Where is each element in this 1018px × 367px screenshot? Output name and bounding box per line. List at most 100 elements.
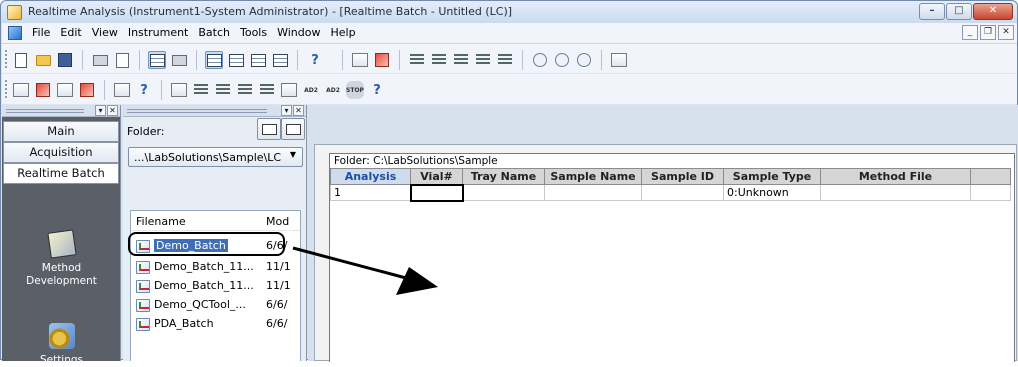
menu-window[interactable]: Window bbox=[272, 26, 325, 39]
cell-extra[interactable] bbox=[970, 184, 1011, 201]
binoculars-icon[interactable] bbox=[170, 51, 188, 69]
pump-icon[interactable] bbox=[236, 81, 254, 99]
tab-main[interactable]: Main bbox=[3, 121, 119, 142]
print-icon[interactable] bbox=[91, 51, 109, 69]
delete-row-icon[interactable] bbox=[496, 51, 514, 69]
calculator-icon[interactable] bbox=[610, 51, 628, 69]
sampler-icon[interactable] bbox=[280, 81, 298, 99]
column-filename[interactable]: Filename bbox=[136, 215, 186, 228]
close-button[interactable]: ✕ bbox=[973, 3, 1013, 20]
chart-icon[interactable] bbox=[113, 81, 131, 99]
dropdown-icon[interactable]: ▾ bbox=[95, 105, 106, 116]
print-preview-icon[interactable] bbox=[113, 51, 131, 69]
file-row[interactable]: PDA_Batch 6/6/ bbox=[131, 315, 300, 333]
close-icon[interactable]: ✕ bbox=[293, 105, 304, 116]
child-restore-button[interactable]: ❐ bbox=[980, 25, 996, 40]
toolbar-grip[interactable] bbox=[5, 50, 8, 68]
data-icon[interactable] bbox=[34, 81, 52, 99]
settings-row-icon[interactable] bbox=[452, 51, 470, 69]
instrument-icon[interactable] bbox=[192, 81, 210, 99]
column-sample-type[interactable]: Sample Type bbox=[723, 168, 821, 185]
open-icon[interactable] bbox=[34, 51, 52, 69]
column-vial[interactable]: Vial# bbox=[410, 168, 463, 185]
document-menu-icon[interactable] bbox=[8, 26, 22, 40]
layout4-icon[interactable] bbox=[271, 51, 289, 69]
method-development-button[interactable]: Method Development bbox=[2, 229, 121, 288]
batch-table-header: Analysis Vial# Tray Name Sample Name Sam… bbox=[330, 168, 1011, 185]
menu-file[interactable]: File bbox=[27, 26, 55, 39]
file-row[interactable]: Demo_Batch_11... 11/1 bbox=[131, 258, 300, 276]
assistant-header[interactable]: ▾ ✕ bbox=[2, 105, 120, 117]
close-icon[interactable]: ✕ bbox=[107, 105, 118, 116]
help-icon[interactable]: ? bbox=[368, 81, 386, 99]
column-modified[interactable]: Mod bbox=[266, 215, 289, 228]
menu-help[interactable]: Help bbox=[325, 26, 360, 39]
cell-vial[interactable] bbox=[409, 183, 464, 202]
app-icon bbox=[7, 5, 22, 20]
maximize-button[interactable]: □ bbox=[946, 3, 972, 20]
column-method-file[interactable]: Method File bbox=[820, 168, 971, 185]
file-explorer-header[interactable]: ▾ ✕ bbox=[123, 105, 306, 117]
cell-tray-name[interactable] bbox=[462, 184, 545, 201]
start-icon[interactable] bbox=[531, 51, 549, 69]
ad2-icon[interactable]: AD2 bbox=[302, 81, 320, 99]
batch-table-area: Folder: C:\LabSolutions\Sample Analysis … bbox=[329, 153, 1015, 362]
minimize-button[interactable]: – bbox=[919, 3, 945, 20]
batch-table-icon[interactable] bbox=[148, 51, 166, 69]
menu-tools[interactable]: Tools bbox=[235, 26, 272, 39]
column-sample-id[interactable]: Sample ID bbox=[641, 168, 724, 185]
toolbar-grip[interactable] bbox=[5, 80, 8, 98]
child-minimize-button[interactable]: _ bbox=[962, 25, 978, 40]
help-icon[interactable]: ? bbox=[306, 51, 324, 69]
menu-batch[interactable]: Batch bbox=[193, 26, 235, 39]
table-icon[interactable] bbox=[474, 51, 492, 69]
help-icon[interactable]: ? bbox=[135, 81, 153, 99]
chart-icon[interactable] bbox=[351, 51, 369, 69]
save-icon[interactable] bbox=[56, 51, 74, 69]
file-row-demo-batch[interactable]: Demo_Batch 6/6/ bbox=[131, 237, 300, 255]
file-row[interactable]: Demo_QCTool_... 6/6/ bbox=[131, 296, 300, 314]
toolbar-separator bbox=[196, 50, 197, 70]
menu-instrument[interactable]: Instrument bbox=[123, 26, 194, 39]
cell-analysis[interactable]: 1 bbox=[330, 184, 411, 201]
pause-icon[interactable] bbox=[553, 51, 571, 69]
cell-sample-name[interactable] bbox=[544, 184, 642, 201]
tab-acquisition[interactable]: Acquisition bbox=[3, 142, 119, 163]
column-extra[interactable] bbox=[970, 168, 1011, 185]
folder-path-select[interactable]: ...\LabSolutions\Sample\LC ▼ bbox=[128, 147, 303, 167]
batch-icon[interactable] bbox=[78, 81, 96, 99]
dropdown-icon[interactable]: ▾ bbox=[281, 105, 292, 116]
browse-folder-button[interactable] bbox=[257, 118, 281, 140]
column-icon[interactable] bbox=[214, 81, 232, 99]
cell-sample-id[interactable] bbox=[641, 184, 724, 201]
detector-icon[interactable] bbox=[258, 81, 276, 99]
layout1-icon[interactable] bbox=[205, 51, 223, 69]
title-bar[interactable]: Realtime Analysis (Instrument1-System Ad… bbox=[1, 1, 1017, 23]
settings-button[interactable]: Settings bbox=[2, 323, 121, 367]
menu-bar: File Edit View Instrument Batch Tools Wi… bbox=[2, 23, 1017, 44]
file-row[interactable]: Demo_Batch_11... 11/1 bbox=[131, 277, 300, 295]
monitor-icon[interactable] bbox=[170, 81, 188, 99]
layout3-icon[interactable] bbox=[249, 51, 267, 69]
layout2-icon[interactable] bbox=[227, 51, 245, 69]
new-icon[interactable] bbox=[12, 51, 30, 69]
report-icon[interactable] bbox=[56, 81, 74, 99]
folder-up-button[interactable] bbox=[281, 118, 305, 140]
cell-method-file[interactable] bbox=[820, 184, 971, 201]
column-sample-name[interactable]: Sample Name bbox=[544, 168, 642, 185]
cell-sample-type[interactable]: 0:Unknown bbox=[723, 184, 821, 201]
instrument-icon[interactable] bbox=[373, 51, 391, 69]
stop-icon[interactable] bbox=[575, 51, 593, 69]
ad2-alt-icon[interactable]: AD2 bbox=[324, 81, 342, 99]
method-icon[interactable] bbox=[12, 81, 30, 99]
add-row-icon[interactable] bbox=[430, 51, 448, 69]
insert-row-icon[interactable] bbox=[408, 51, 426, 69]
minimize-icon: – bbox=[929, 5, 935, 16]
menu-view[interactable]: View bbox=[87, 26, 123, 39]
menu-edit[interactable]: Edit bbox=[55, 26, 86, 39]
stop-icon[interactable]: STOP bbox=[346, 81, 364, 99]
column-analysis[interactable]: Analysis bbox=[330, 168, 411, 185]
child-close-button[interactable]: ✕ bbox=[998, 25, 1014, 40]
column-tray-name[interactable]: Tray Name bbox=[462, 168, 545, 185]
tab-realtime-batch[interactable]: Realtime Batch bbox=[3, 163, 119, 184]
